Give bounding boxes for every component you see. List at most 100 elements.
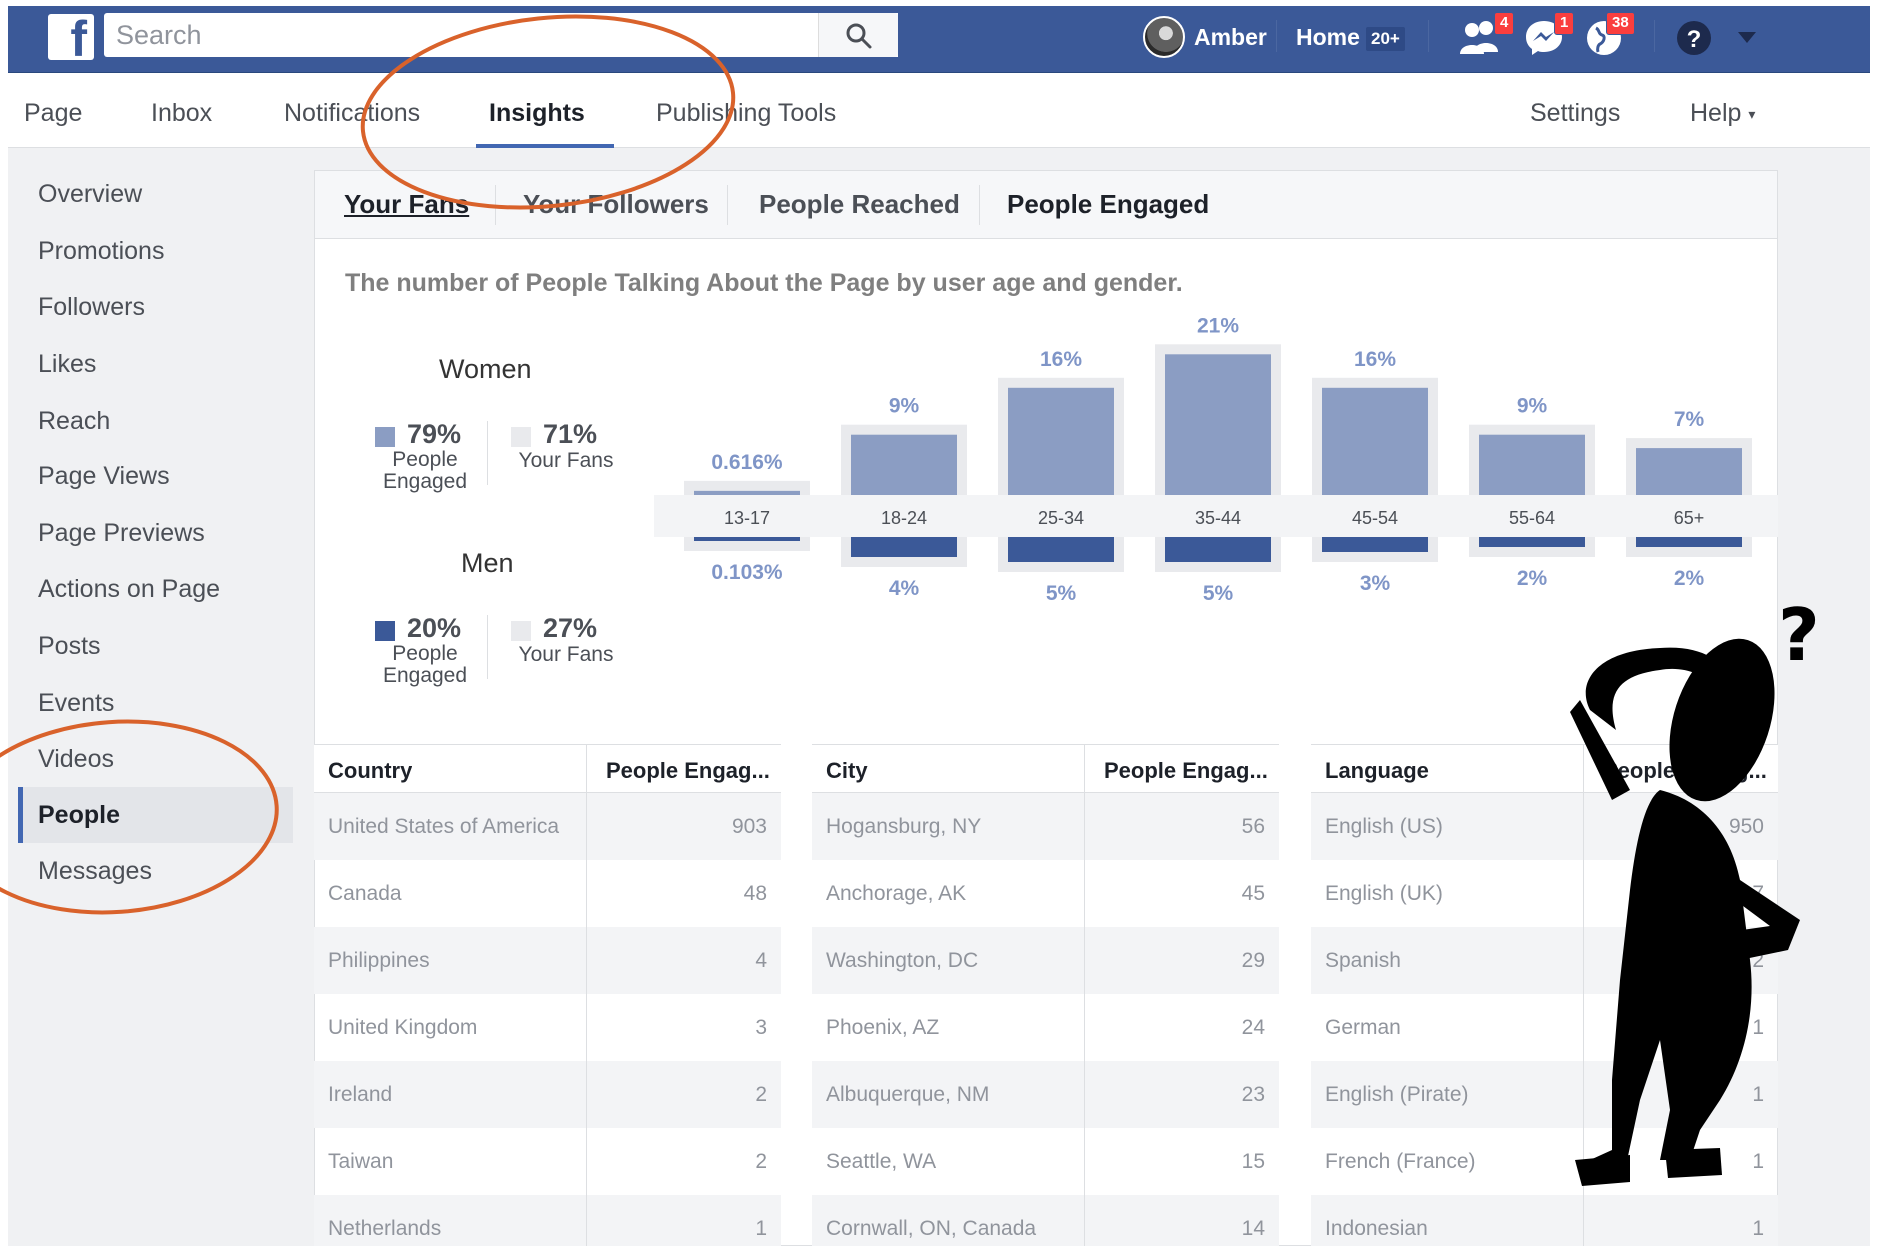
sidebar-item-messages[interactable]: Messages bbox=[38, 857, 152, 886]
column-header[interactable]: City bbox=[826, 758, 868, 784]
home-link[interactable]: Home bbox=[1296, 24, 1360, 51]
facebook-logo-icon[interactable]: f bbox=[48, 14, 94, 64]
table-cell-value: 24 bbox=[1241, 1016, 1265, 1039]
column-divider bbox=[586, 1128, 587, 1195]
table-cell-name: Indonesian bbox=[1325, 1217, 1428, 1240]
men-title: Men bbox=[461, 548, 514, 578]
column-divider bbox=[1084, 793, 1085, 860]
column-divider bbox=[586, 1061, 587, 1128]
column-divider bbox=[1583, 1128, 1584, 1195]
user-avatar[interactable] bbox=[1143, 16, 1185, 58]
tab-people-engaged[interactable]: People Engaged bbox=[1007, 189, 1209, 220]
table-cell-name: United States of America bbox=[328, 815, 560, 838]
men-fans-label: Your Fans bbox=[518, 643, 614, 666]
age-tick-label: 55-64 bbox=[1509, 508, 1555, 528]
age-gender-bar-chart: 13-17 0.616% 0.103% 18-24 9% 4% 25-34 16% 5% 35-4… bbox=[654, 314, 1778, 605]
table-row: Spanish 2 bbox=[1311, 927, 1778, 994]
country-table: Country People Engag... United States of A… bbox=[314, 744, 781, 1246]
sidebar-item-posts[interactable]: Posts bbox=[38, 632, 101, 661]
table-row: English (Pirate) 1 bbox=[1311, 1061, 1778, 1128]
table-cell-name: Spanish bbox=[1325, 949, 1401, 972]
table-cell-name: Seattle, WA bbox=[826, 1150, 937, 1173]
table-cell-value: 950 bbox=[1728, 815, 1764, 838]
sidebar-item-reach[interactable]: Reach bbox=[38, 407, 110, 436]
table-row: Seattle, WA 15 bbox=[812, 1128, 1279, 1195]
legend-divider bbox=[487, 615, 488, 679]
column-divider bbox=[1084, 994, 1085, 1061]
table-cell-name: Hogansburg, NY bbox=[826, 815, 982, 838]
column-header[interactable]: People Engag... bbox=[1603, 758, 1768, 784]
sidebar-item-likes[interactable]: Likes bbox=[38, 350, 96, 379]
tab-divider bbox=[495, 185, 496, 225]
nav-settings[interactable]: Settings bbox=[1530, 99, 1620, 128]
sidebar-item-actions-on-page[interactable]: Actions on Page bbox=[38, 575, 220, 604]
sidebar-item-overview[interactable]: Overview bbox=[38, 180, 142, 209]
sidebar-item-followers[interactable]: Followers bbox=[38, 293, 145, 322]
page-navigation: Page Inbox Notifications Insights Publis… bbox=[8, 73, 1870, 148]
table-cell-name: Ireland bbox=[328, 1083, 393, 1106]
women-engaged-label-line1: People bbox=[392, 448, 458, 471]
column-header[interactable]: Language bbox=[1325, 758, 1429, 784]
column-divider bbox=[586, 793, 587, 860]
column-divider bbox=[1583, 793, 1584, 860]
table-cell-value: 14 bbox=[1241, 1217, 1265, 1240]
search-field[interactable] bbox=[104, 13, 898, 57]
nav-publishing-tools[interactable]: Publishing Tools bbox=[656, 99, 836, 128]
table-cell-name: English (UK) bbox=[1325, 882, 1443, 905]
column-divider bbox=[1583, 860, 1584, 927]
table-cell-value: 1 bbox=[1752, 1150, 1764, 1173]
nav-insights[interactable]: Insights bbox=[489, 99, 585, 128]
sidebar-item-events[interactable]: Events bbox=[38, 689, 114, 718]
table-cell-name: English (US) bbox=[1325, 815, 1443, 838]
women-value-label: 16% bbox=[1040, 348, 1082, 371]
help-icon[interactable]: ? bbox=[1676, 20, 1712, 56]
table-row: Netherlands 1 bbox=[314, 1195, 781, 1246]
column-divider bbox=[1084, 745, 1085, 793]
table-cell-name: Phoenix, AZ bbox=[826, 1016, 940, 1039]
men-engaged-bar bbox=[1008, 537, 1114, 562]
table-row: Philippines 4 bbox=[314, 927, 781, 994]
column-header[interactable]: People Engag... bbox=[1104, 758, 1269, 784]
women-engaged-bar bbox=[1165, 354, 1271, 495]
column-divider bbox=[1583, 927, 1584, 994]
men-engaged-bar bbox=[1479, 537, 1585, 547]
sidebar-item-page-views[interactable]: Page Views bbox=[38, 462, 170, 491]
men-engaged-bar bbox=[851, 537, 957, 557]
dropdown-caret-icon[interactable] bbox=[1738, 32, 1756, 44]
column-divider bbox=[1583, 994, 1584, 1061]
table-header: City People Engag... bbox=[812, 745, 1279, 793]
women-value-label: 9% bbox=[889, 395, 920, 418]
search-input[interactable] bbox=[104, 13, 898, 57]
column-divider bbox=[1583, 1061, 1584, 1128]
column-header[interactable]: People Engag... bbox=[606, 758, 771, 784]
table-cell-value: 1 bbox=[1752, 1083, 1764, 1106]
table-row: Taiwan 2 bbox=[314, 1128, 781, 1195]
sidebar-item-promotions[interactable]: Promotions bbox=[38, 237, 164, 266]
table-cell-value: 15 bbox=[1241, 1150, 1265, 1173]
nav-help[interactable]: Help ▾ bbox=[1690, 99, 1755, 128]
women-fans-value: 71% bbox=[543, 419, 598, 449]
tab-your-followers[interactable]: Your Followers bbox=[523, 189, 709, 220]
column-header[interactable]: Country bbox=[328, 758, 412, 784]
screenshot-root: f Amber Home 20+ 4 1 bbox=[0, 0, 1878, 1246]
women-value-label: 7% bbox=[1674, 408, 1705, 431]
table-row: United States of America 903 bbox=[314, 793, 781, 860]
sidebar-item-people[interactable]: People bbox=[38, 801, 120, 830]
nav-page[interactable]: Page bbox=[24, 99, 82, 128]
profile-link[interactable]: Amber bbox=[1194, 24, 1267, 51]
men-engaged-value: 20% bbox=[407, 613, 462, 643]
tab-divider bbox=[979, 185, 980, 225]
sidebar-item-page-previews[interactable]: Page Previews bbox=[38, 519, 205, 548]
search-button[interactable] bbox=[818, 13, 898, 57]
table-row: Phoenix, AZ 24 bbox=[812, 994, 1279, 1061]
tab-your-fans[interactable]: Your Fans bbox=[344, 189, 469, 220]
nav-notifications[interactable]: Notifications bbox=[284, 99, 420, 128]
men-fans-value: 27% bbox=[543, 613, 598, 643]
men-value-label: 2% bbox=[1517, 567, 1548, 590]
sidebar-item-videos[interactable]: Videos bbox=[38, 745, 114, 774]
column-divider bbox=[1084, 1195, 1085, 1246]
tab-people-reached[interactable]: People Reached bbox=[759, 189, 960, 220]
notifications-badge: 38 bbox=[1606, 12, 1635, 35]
nav-inbox[interactable]: Inbox bbox=[151, 99, 212, 128]
table-cell-value: 29 bbox=[1241, 949, 1265, 972]
